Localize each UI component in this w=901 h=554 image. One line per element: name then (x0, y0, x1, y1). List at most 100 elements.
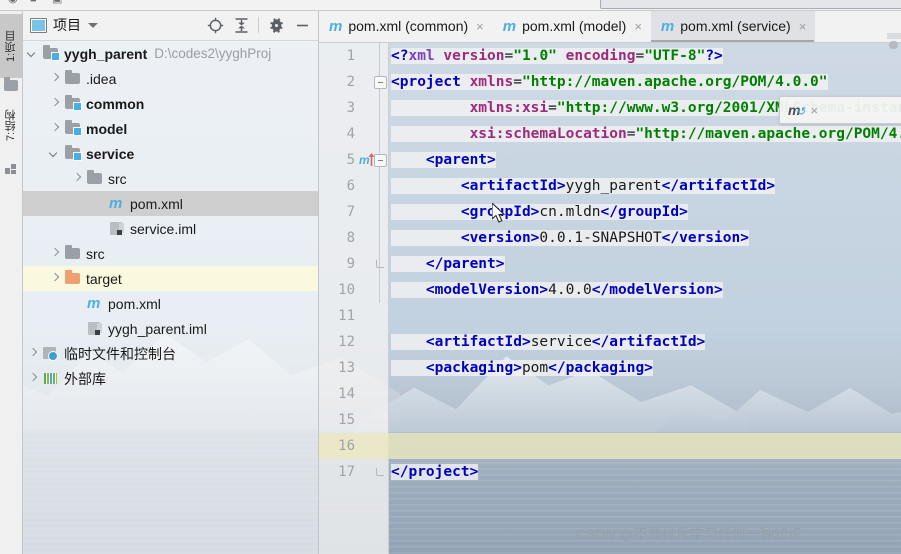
tree-row-src[interactable]: src (22, 166, 318, 191)
code-line[interactable]: 1 <?xml version="1.0" encoding="UTF-8"?> (319, 43, 901, 69)
chevron-right-icon[interactable] (50, 99, 59, 108)
code-text: <version>0.0.1-SNAPSHOT</version> (391, 230, 749, 246)
sidebar-item-structure[interactable]: 7:结构 (0, 94, 22, 156)
code-line[interactable]: 7 <groupId>cn.mldn</groupId> (319, 199, 901, 225)
toolbar-icon[interactable]: ▣ (52, 0, 62, 5)
editor-tab-0[interactable]: m pom.xml (common) × (319, 10, 493, 42)
close-icon[interactable]: × (810, 103, 818, 118)
tree-row-service[interactable]: service (22, 141, 318, 166)
code-text: <groupId>cn.mldn</groupId> (391, 204, 688, 220)
editor-area: m pom.xml (common) × m pom.xml (model) × m pom.… (319, 10, 901, 554)
code-line[interactable]: 9 </parent> (319, 251, 901, 277)
editor-tab-2[interactable]: m pom.xml (service) × (650, 10, 816, 42)
chevron-right-icon[interactable] (50, 249, 59, 258)
fold-region-end-icon[interactable] (374, 467, 385, 478)
chevron-right-icon[interactable] (28, 374, 37, 383)
tree-row-common[interactable]: common (22, 91, 318, 116)
chevron-down-icon[interactable] (50, 149, 59, 158)
tree-row-pom.xml[interactable]: m pom.xml (22, 191, 318, 216)
editor-scrollbar-top[interactable] (887, 33, 901, 39)
line-number: 4 (346, 126, 355, 142)
code-token: xml (408, 48, 435, 64)
toolbar-icon[interactable]: ■ (30, 0, 37, 5)
settings-button[interactable] (264, 13, 288, 37)
tree-row-label: service (86, 145, 135, 162)
folder-orange-icon (64, 270, 81, 286)
mouse-cursor (492, 203, 506, 223)
code-token: </artifactId> (661, 178, 776, 194)
tree-row-service.iml[interactable]: service.iml (22, 216, 318, 241)
fold-region-end-icon[interactable] (374, 259, 385, 270)
code-text: <parent> (391, 152, 496, 168)
code-line[interactable]: 6 <artifactId>yygh_parent</artifactId> (319, 173, 901, 199)
code-line[interactable]: 13 <packaging>pom</packaging> (319, 355, 901, 381)
code-token (391, 360, 426, 376)
code-token: xsi:schemaLocation (469, 126, 627, 142)
maven-parent-icon[interactable]: m (359, 152, 375, 168)
code-token (391, 334, 426, 350)
run-config-selector[interactable] (600, 0, 901, 9)
tree-row-yygh_parent[interactable]: yygh_parent D:\codes2\yyghProj (22, 41, 318, 66)
fold-collapse-icon[interactable] (374, 153, 387, 167)
fold-collapse-icon[interactable] (374, 75, 387, 89)
close-icon[interactable]: × (474, 20, 486, 33)
collapse-all-button[interactable] (229, 13, 253, 37)
tree-row-yygh_parent.iml[interactable]: yygh_parent.iml (22, 316, 318, 341)
code-line[interactable]: 4 xsi:schemaLocation="http://maven.apach… (319, 121, 901, 147)
hide-panel-button[interactable] (290, 13, 314, 37)
tree-row-[interactable]: 外部库 (22, 366, 318, 391)
chevron-down-icon[interactable] (28, 49, 37, 58)
sidebar-item-project[interactable]: 1:项目 (0, 14, 22, 78)
code-line[interactable]: 16 (319, 433, 901, 459)
tree-row-label: yygh_parent (64, 45, 148, 62)
toolbar-icon[interactable]: ◉ (8, 0, 18, 5)
close-icon[interactable]: × (632, 20, 644, 33)
maven-reload-icon[interactable]: m (788, 102, 807, 118)
tree-row-label: service.iml (130, 220, 197, 237)
code-token: yygh_parent (565, 178, 662, 194)
chevron-right-icon[interactable] (50, 274, 59, 283)
code-token: 4.0.0 (548, 282, 592, 298)
project-tree[interactable]: yygh_parent D:\codes2\yyghProj .idea common… (22, 41, 318, 554)
editor-scrollbar-thumb[interactable] (889, 41, 898, 49)
line-number: 17 (338, 464, 355, 480)
locate-target-button[interactable] (203, 13, 227, 37)
tree-row-model[interactable]: model (22, 116, 318, 141)
tree-row-.idea[interactable]: .idea (22, 66, 318, 91)
code-line[interactable]: 10 <modelVersion>4.0.0</modelVersion> (319, 277, 901, 303)
tree-row-pom.xml[interactable]: m pom.xml (22, 291, 318, 316)
close-icon[interactable]: × (797, 20, 809, 33)
tree-row-[interactable]: 临时文件和控制台 (22, 341, 318, 366)
chevron-right-icon[interactable] (50, 124, 59, 133)
code-line[interactable]: 17 </project> (319, 459, 901, 485)
code-line[interactable]: 8 <version>0.0.1-SNAPSHOT</version> (319, 225, 901, 251)
code-token: = (504, 48, 514, 64)
code-token (460, 74, 470, 90)
code-token (391, 100, 470, 116)
code-text: xsi:schemaLocation="http://maven.apache.… (391, 126, 901, 142)
code-token (556, 48, 566, 64)
code-token: </project> (391, 464, 479, 480)
code-line[interactable]: 11 (319, 303, 901, 329)
csdn-watermark: CSDN @不要排斥学习任何一种知识 (576, 526, 802, 542)
code-line[interactable]: 15 (319, 407, 901, 433)
chevron-down-icon[interactable] (88, 22, 98, 28)
tree-row-target[interactable]: target (22, 266, 318, 291)
editor-tab-bar[interactable]: m pom.xml (common) × m pom.xml (model) × m pom.… (319, 10, 901, 43)
tree-row-src[interactable]: src (22, 241, 318, 266)
editor-tab-1[interactable]: m pom.xml (model) × (493, 10, 651, 42)
maven-reload-popup[interactable]: m × (779, 96, 901, 124)
code-line[interactable]: 5m <parent> (319, 147, 901, 173)
code-line[interactable]: 12 <artifactId>service</artifactId> (319, 329, 901, 355)
chevron-right-icon[interactable] (50, 74, 59, 83)
code-line[interactable]: 14 (319, 381, 901, 407)
chevron-right-icon[interactable] (28, 349, 37, 358)
chevron-right-icon[interactable] (72, 174, 81, 183)
code-token: version (443, 48, 505, 64)
code-token: </artifactId> (591, 334, 706, 350)
code-token: <parent> (425, 152, 496, 168)
tree-row-label: 外部库 (64, 370, 106, 387)
code-line[interactable]: 2 <project xmlns="http://maven.apache.org… (319, 69, 901, 95)
